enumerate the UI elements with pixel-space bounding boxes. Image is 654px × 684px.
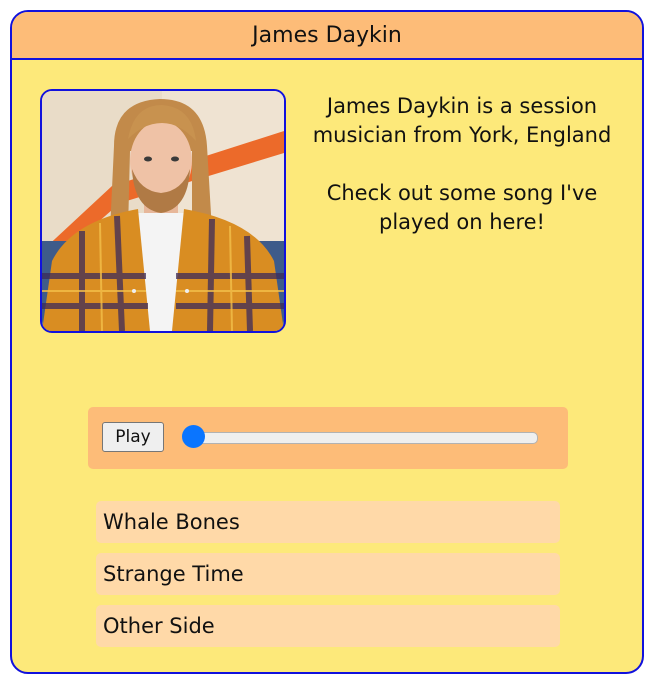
- bio-intro: James Daykin is a session musician from …: [312, 94, 612, 147]
- page-title: James Daykin: [252, 22, 402, 48]
- play-button[interactable]: Play: [102, 422, 164, 452]
- track-item-whale-bones[interactable]: Whale Bones: [96, 501, 560, 543]
- profile-photo: [40, 89, 286, 333]
- seek-slider-track[interactable]: [182, 432, 538, 444]
- track-item-other-side[interactable]: Other Side: [96, 605, 560, 647]
- audio-player: Play: [88, 407, 568, 469]
- card-header: James Daykin: [12, 12, 642, 60]
- bio-text: James Daykin is a session musician from …: [312, 92, 612, 237]
- profile-photo-image: [42, 91, 284, 331]
- track-item-strange-time[interactable]: Strange Time: [96, 553, 560, 595]
- seek-slider-thumb[interactable]: [182, 425, 205, 448]
- profile-card: James Daykin James Daykin is a session m…: [10, 10, 644, 674]
- track-list: Whale Bones Strange Time Other Side: [96, 501, 560, 657]
- bio-cta: Check out some song I've played on here!: [326, 181, 598, 234]
